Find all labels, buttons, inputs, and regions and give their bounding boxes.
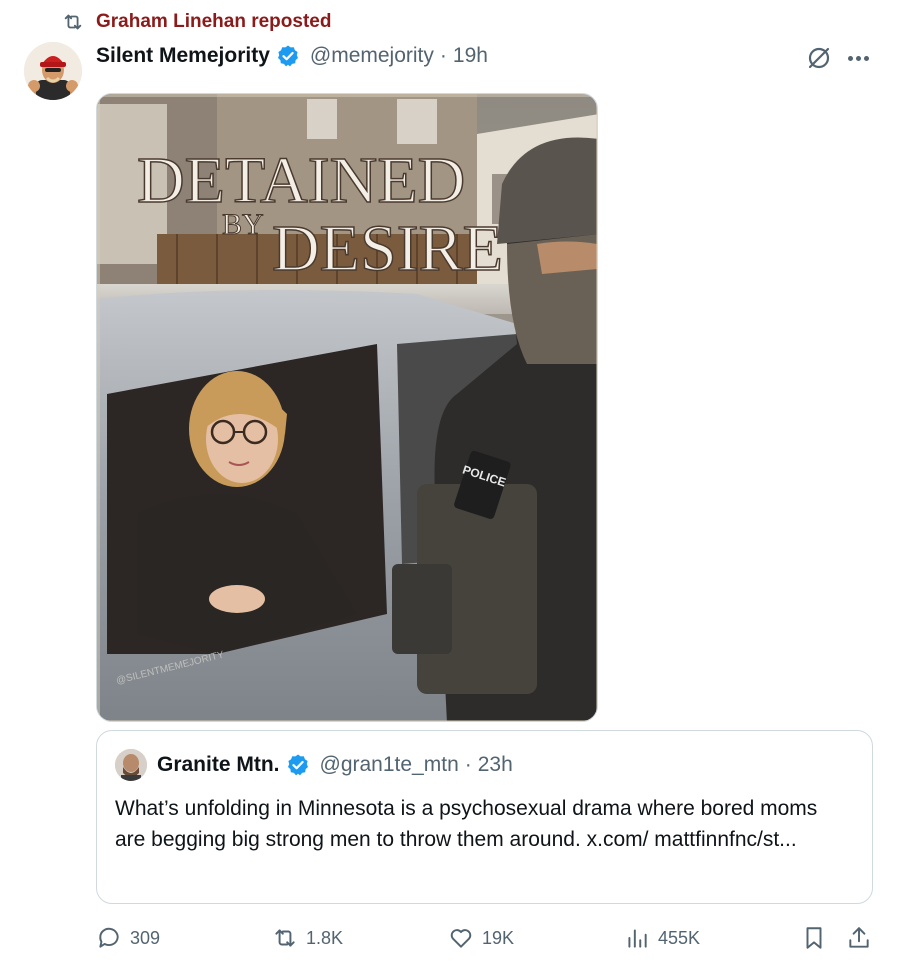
share-button[interactable] [846,920,872,956]
repost-button[interactable]: 1.8K [272,920,343,956]
bookmark-button[interactable] [801,920,827,956]
separator-dot: · [464,753,472,776]
action-bar: 309 1.8K 19K 455K [96,920,876,956]
repost-icon [64,14,82,30]
quoted-post-header: Granite Mtn. @gran1te_mtn · 23h [115,749,513,781]
verified-badge-icon[interactable] [276,44,300,68]
bookmark-icon [806,927,822,949]
quoted-post[interactable]: Granite Mtn. @gran1te_mtn · 23h What’s u… [96,730,873,904]
share-icon [849,927,869,948]
grok-icon[interactable] [805,44,833,72]
separator-dot: · [439,44,447,67]
poster-title-line1: DETAINED [137,144,465,217]
quoted-author-name[interactable]: Granite Mtn. [157,751,280,779]
reply-icon [99,927,119,948]
post-image[interactable]: POLICE DETAINED BY DESIRE @SILENTMEMEJOR… [96,93,598,722]
quoted-author-handle[interactable]: @gran1te_mtn [320,751,459,779]
views-button[interactable]: 455K [624,920,700,956]
reply-button[interactable]: 309 [96,920,160,956]
post-time[interactable]: 19h [453,42,488,70]
verified-badge-icon[interactable] [286,753,310,777]
analytics-icon [628,929,647,948]
author-name[interactable]: Silent Memejority [96,42,270,70]
heart-icon [450,929,472,948]
poster-title-line3: DESIRE [272,212,503,285]
reply-count: 309 [130,927,161,948]
quoted-post-time[interactable]: 23h [478,751,513,779]
quoted-author-avatar[interactable] [115,749,147,781]
more-icon[interactable] [844,48,872,68]
repost-count: 1.8K [306,927,344,948]
view-count: 455K [658,927,701,948]
like-button[interactable]: 19K [448,920,514,956]
author-handle[interactable]: @memejority [310,42,434,70]
post-header: Silent Memejority @memejority · 19h [96,42,488,70]
quoted-post-text: What’s unfolding in Minnesota is a psych… [115,797,818,851]
poster-title-line2: BY [222,208,264,241]
repost-label[interactable]: Graham Linehan reposted [96,11,331,33]
repost-icon [275,929,295,947]
author-avatar[interactable] [24,42,82,100]
like-count: 19K [482,927,515,948]
repost-context[interactable]: Graham Linehan reposted [62,11,331,33]
